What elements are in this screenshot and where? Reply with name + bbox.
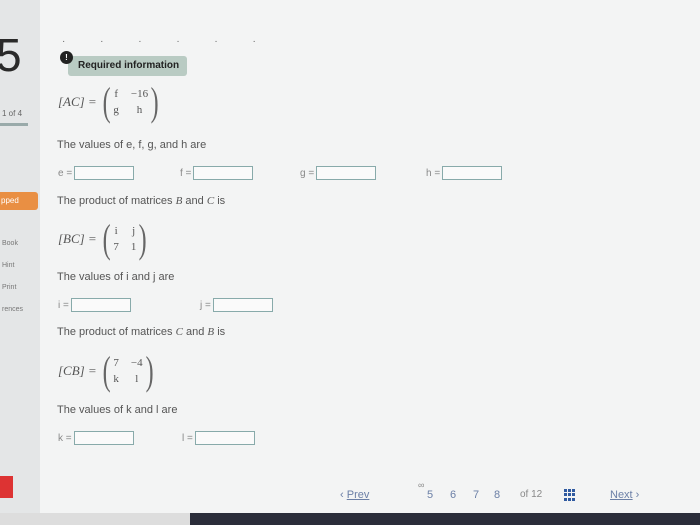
- matrix-cb-equation: [CB] = ( 7 −4 k l ): [58, 351, 156, 391]
- taskbar: [0, 513, 700, 525]
- prompt-text: and: [182, 195, 207, 207]
- prompt-kl: The values of k and l are: [57, 404, 178, 416]
- matrix-cb: 7 −4 k l: [113, 357, 142, 385]
- info-icon: !: [60, 51, 73, 64]
- field-g: g =: [300, 166, 377, 180]
- page-link-6[interactable]: 6: [450, 489, 456, 501]
- page-link-7[interactable]: 7: [473, 489, 479, 501]
- page-link-5[interactable]: 5: [427, 489, 433, 501]
- matrix-cell: −16: [130, 88, 149, 100]
- equals-sign: =: [88, 363, 97, 378]
- prompt-text: and: [182, 326, 208, 338]
- equals-sign: =: [88, 94, 97, 109]
- input-h[interactable]: [442, 166, 503, 180]
- prompt-text: The product of matrices: [57, 326, 176, 338]
- field-i-label: i =: [58, 299, 69, 311]
- matrix-cell: i: [114, 225, 118, 237]
- matrix-bc-equation: [BC] = ( i j 7 1 ): [58, 219, 150, 259]
- right-paren: ): [145, 348, 154, 393]
- progress-underline: [0, 123, 28, 126]
- required-information-label: Required information: [78, 60, 180, 71]
- matrix-cell: g: [113, 104, 119, 116]
- question-panel: · · · · · · Required information ! [AC] …: [40, 0, 700, 525]
- matrix-cell: 7: [113, 241, 119, 253]
- prompt-text: is: [214, 326, 226, 338]
- question-part-count: 1 of 4: [2, 109, 23, 118]
- prompt-text: is: [214, 195, 226, 207]
- field-e: e =: [58, 166, 135, 180]
- hint-link[interactable]: Hint: [2, 262, 14, 269]
- prompt-product-bc: The product of matrices B and C is: [57, 195, 225, 207]
- prompt-product-cb: The product of matrices C and B is: [57, 326, 225, 338]
- equals-sign: =: [88, 231, 97, 246]
- page-total-label: of 12: [520, 489, 543, 500]
- input-e[interactable]: [74, 166, 135, 180]
- input-l[interactable]: [194, 431, 255, 445]
- field-j-label: j =: [200, 299, 211, 311]
- ebook-link[interactable]: Book: [2, 240, 18, 247]
- matrix-cell: j: [132, 225, 136, 237]
- matrix-cell: −4: [130, 357, 143, 369]
- chevron-left-icon: ‹: [340, 489, 347, 501]
- prompt-efgh: The values of e, f, g, and h are: [57, 139, 207, 151]
- matrix-cb-label: [CB]: [58, 363, 85, 378]
- right-paren: ): [150, 79, 159, 124]
- field-e-label: e =: [58, 167, 73, 179]
- right-paren: ): [139, 216, 148, 261]
- prompt-text: The product of matrices: [57, 195, 176, 207]
- page-link-8[interactable]: 8: [494, 489, 500, 501]
- matrix-ac-equation: [AC] = ( f −16 g h ): [58, 82, 161, 122]
- references-link[interactable]: rences: [2, 306, 23, 313]
- input-f[interactable]: [193, 166, 254, 180]
- field-l: l =: [182, 431, 255, 445]
- skipped-badge[interactable]: pped: [0, 192, 38, 210]
- field-f-label: f =: [180, 167, 192, 179]
- matrix-bc: i j 7 1: [113, 225, 136, 253]
- help-tab[interactable]: [0, 476, 13, 498]
- page-total: of 12: [520, 489, 542, 500]
- matrix-cell: h: [136, 104, 143, 116]
- question-number: 5: [0, 29, 22, 81]
- matrix-ac-label: [AC]: [58, 94, 85, 109]
- field-f: f =: [180, 166, 254, 180]
- matrix-cell: f: [114, 88, 118, 100]
- question-sidebar: 5 1 of 4 pped Book Hint Print rences: [0, 0, 40, 525]
- matrix-cell: k: [113, 373, 119, 385]
- prev-label: Prev: [346, 489, 370, 501]
- field-k: k =: [58, 431, 134, 445]
- input-g[interactable]: [316, 166, 377, 180]
- field-k-label: k =: [58, 432, 72, 444]
- matrix-cell: 1: [130, 241, 137, 253]
- print-link[interactable]: Print: [2, 284, 16, 291]
- prompt-ij: The values of i and j are: [57, 271, 175, 283]
- input-i[interactable]: [70, 298, 131, 312]
- matrix-ac: f −16 g h: [113, 88, 148, 116]
- matrix-bc-label: [BC]: [58, 231, 85, 246]
- matrix-cell: l: [135, 373, 139, 385]
- input-k[interactable]: [73, 431, 134, 445]
- matrix-c-symbol: C: [175, 326, 183, 338]
- input-j[interactable]: [212, 298, 273, 312]
- left-paren: (: [102, 216, 111, 261]
- grid-icon[interactable]: [564, 489, 578, 501]
- link-icon: ∞: [418, 480, 425, 490]
- taskbar-left-strip: [0, 513, 190, 525]
- field-h-label: h =: [426, 167, 441, 179]
- next-label: Next: [610, 489, 633, 501]
- next-button[interactable]: Next ›: [610, 489, 639, 501]
- field-i: i =: [58, 298, 131, 312]
- field-h: h =: [426, 166, 503, 180]
- required-information-badge: Required information: [68, 56, 188, 76]
- field-g-label: g =: [300, 167, 315, 179]
- prev-button[interactable]: ‹ Prev: [340, 489, 369, 501]
- left-paren: (: [102, 348, 111, 393]
- chevron-right-icon: ›: [632, 489, 640, 501]
- matrix-cell: 7: [113, 357, 119, 369]
- dotted-separator: · · · · · ·: [62, 36, 272, 47]
- field-l-label: l =: [182, 432, 193, 444]
- field-j: j =: [200, 298, 273, 312]
- left-paren: (: [102, 79, 111, 124]
